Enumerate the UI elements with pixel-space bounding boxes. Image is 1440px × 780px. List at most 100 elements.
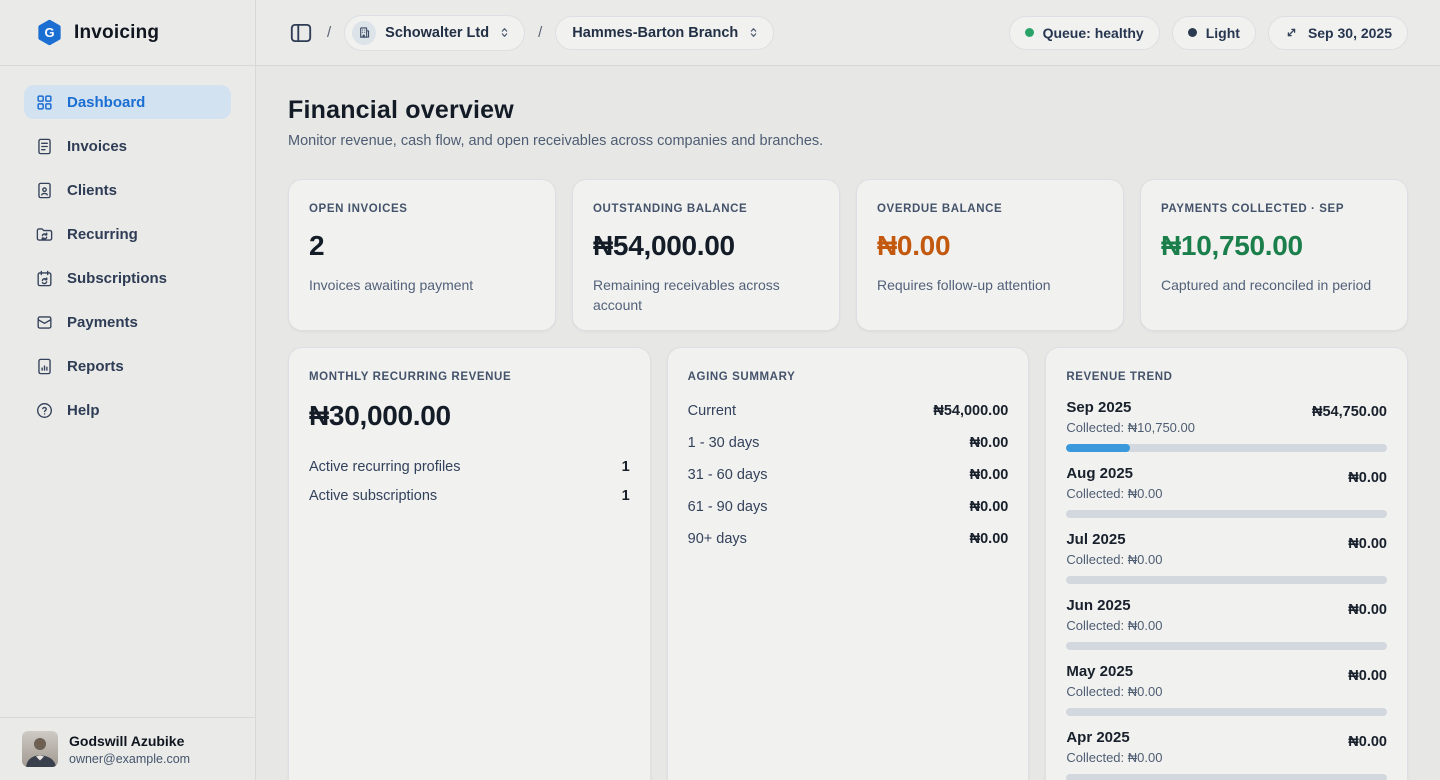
sidebar-item-payments[interactable]: Payments [24, 305, 231, 339]
content-column: / Schowalter Ltd [256, 0, 1440, 780]
trend-month: Sep 2025 [1066, 399, 1195, 416]
sidebar-toggle-icon[interactable] [288, 20, 314, 46]
trend-month: Apr 2025 [1066, 729, 1162, 746]
chevron-updown-icon [747, 26, 760, 39]
branch-selector[interactable]: Hammes-Barton Branch [555, 16, 774, 50]
progress-track [1066, 576, 1387, 584]
theme-toggle[interactable]: Light [1172, 16, 1256, 50]
top-bar: / Schowalter Ltd [256, 0, 1440, 66]
stat-card-overdue-balance: OVERDUE BALANCE ₦0.00 Requires follow-up… [856, 179, 1124, 331]
progress-track [1066, 444, 1387, 452]
trend-collected: Collected: ₦0.00 [1066, 618, 1162, 633]
progress-track [1066, 774, 1387, 780]
list-item: 1 - 30 days ₦0.00 [688, 433, 1009, 452]
mrr-card: MONTHLY RECURRING REVENUE ₦30,000.00 Act… [288, 347, 651, 780]
row-label: 90+ days [688, 531, 747, 547]
company-selector[interactable]: Schowalter Ltd [344, 15, 525, 51]
trend-row-sep: Sep 2025 Collected: ₦10,750.00 ₦54,750.0… [1066, 399, 1387, 452]
sidebar-item-label: Reports [67, 358, 124, 375]
card-label: MONTHLY RECURRING REVENUE [309, 371, 630, 383]
sidebar-item-subscriptions[interactable]: Subscriptions [24, 261, 231, 295]
stat-cards: OPEN INVOICES 2 Invoices awaiting paymen… [288, 179, 1408, 331]
sidebar-item-dashboard[interactable]: Dashboard [24, 85, 231, 119]
subscriptions-calendar-icon [35, 269, 54, 288]
list-item: 90+ days ₦0.00 [688, 529, 1009, 548]
trend-month: Jun 2025 [1066, 597, 1162, 614]
trend-collected: Collected: ₦0.00 [1066, 750, 1162, 765]
progress-track [1066, 642, 1387, 650]
help-question-icon [35, 401, 54, 420]
list-item: 31 - 60 days ₦0.00 [688, 465, 1009, 484]
stat-description: Remaining receivables across account [593, 275, 819, 316]
queue-status-badge[interactable]: Queue: healthy [1009, 16, 1160, 50]
trend-rows: Sep 2025 Collected: ₦10,750.00 ₦54,750.0… [1066, 399, 1387, 780]
stat-card-payments-collected: PAYMENTS COLLECTED · SEP ₦10,750.00 Capt… [1140, 179, 1408, 331]
trend-value: ₦54,750.00 [1312, 399, 1387, 420]
row-value: ₦54,000.00 [933, 403, 1008, 419]
trend-collected: Collected: ₦10,750.00 [1066, 420, 1195, 435]
trend-row-apr: Apr 2025 Collected: ₦0.00 ₦0.00 [1066, 729, 1387, 780]
stat-description: Captured and reconciled in period [1161, 275, 1387, 295]
detail-cards: MONTHLY RECURRING REVENUE ₦30,000.00 Act… [288, 347, 1408, 769]
avatar [22, 731, 58, 767]
revenue-trend-card: REVENUE TREND Sep 2025 Collected: ₦10,75… [1045, 347, 1408, 780]
trend-row-jul: Jul 2025 Collected: ₦0.00 ₦0.00 [1066, 531, 1387, 584]
invoice-icon [35, 137, 54, 156]
sidebar: G Invoicing Dashboard [0, 0, 256, 780]
sidebar-item-clients[interactable]: Clients [24, 173, 231, 207]
row-label: Active recurring profiles [309, 459, 461, 475]
page-subtitle: Monitor revenue, cash flow, and open rec… [288, 133, 1408, 149]
sidebar-item-label: Clients [67, 182, 117, 199]
row-value: 1 [622, 488, 630, 504]
progress-fill [1066, 444, 1130, 452]
sidebar-item-label: Invoices [67, 138, 127, 155]
trend-month: Jul 2025 [1066, 531, 1162, 548]
user-profile[interactable]: Godswill Azubike owner@example.com [0, 717, 255, 780]
branch-name: Hammes-Barton Branch [572, 25, 738, 41]
list-item: Active recurring profiles 1 [309, 459, 630, 475]
trend-value: ₦0.00 [1348, 531, 1387, 552]
user-email: owner@example.com [69, 752, 190, 766]
sidebar-item-recurring[interactable]: Recurring [24, 217, 231, 251]
sidebar-nav: Dashboard Invoices Clients [0, 66, 255, 717]
mrr-rows: Active recurring profiles 1 Active subsc… [309, 459, 630, 504]
company-name: Schowalter Ltd [385, 25, 489, 41]
trend-row-aug: Aug 2025 Collected: ₦0.00 ₦0.00 [1066, 465, 1387, 518]
trend-collected: Collected: ₦0.00 [1066, 552, 1162, 567]
row-value: ₦0.00 [970, 499, 1009, 515]
stat-card-open-invoices: OPEN INVOICES 2 Invoices awaiting paymen… [288, 179, 556, 331]
breadcrumb: / Schowalter Ltd [288, 15, 774, 51]
row-label: 61 - 90 days [688, 499, 768, 515]
date-selector[interactable]: Sep 30, 2025 [1268, 16, 1408, 50]
stat-card-outstanding-balance: OUTSTANDING BALANCE ₦54,000.00 Remaining… [572, 179, 840, 331]
stat-label: OUTSTANDING BALANCE [593, 203, 819, 215]
aging-summary-card: AGING SUMMARY Current ₦54,000.00 1 - 30 … [667, 347, 1030, 780]
sidebar-item-reports[interactable]: Reports [24, 349, 231, 383]
stat-value: ₦54,000.00 [593, 230, 819, 262]
trend-month: Aug 2025 [1066, 465, 1162, 482]
header-actions: Queue: healthy Light Sep 30, 2025 [1009, 16, 1408, 50]
sidebar-item-invoices[interactable]: Invoices [24, 129, 231, 163]
date-label: Sep 30, 2025 [1308, 25, 1392, 41]
app-root: G Invoicing Dashboard [0, 0, 1440, 780]
diagonal-arrows-icon [1284, 25, 1299, 40]
row-label: Active subscriptions [309, 488, 437, 504]
stat-value: ₦0.00 [877, 230, 1103, 262]
row-value: ₦0.00 [970, 435, 1009, 451]
sidebar-item-help[interactable]: Help [24, 393, 231, 427]
trend-value: ₦0.00 [1348, 729, 1387, 750]
stat-description: Invoices awaiting payment [309, 275, 535, 295]
stat-description: Requires follow-up attention [877, 275, 1103, 295]
clients-icon [35, 181, 54, 200]
dashboard-main: Financial overview Monitor revenue, cash… [256, 66, 1440, 780]
stat-value: 2 [309, 230, 535, 262]
chevron-updown-icon [498, 26, 511, 39]
reports-chart-icon [35, 357, 54, 376]
list-item: Current ₦54,000.00 [688, 401, 1009, 420]
app-logo: G Invoicing [0, 0, 255, 66]
stat-label: OPEN INVOICES [309, 203, 535, 215]
row-value: 1 [622, 459, 630, 475]
list-item: Active subscriptions 1 [309, 488, 630, 504]
row-label: 31 - 60 days [688, 467, 768, 483]
status-dot-green [1025, 28, 1034, 37]
